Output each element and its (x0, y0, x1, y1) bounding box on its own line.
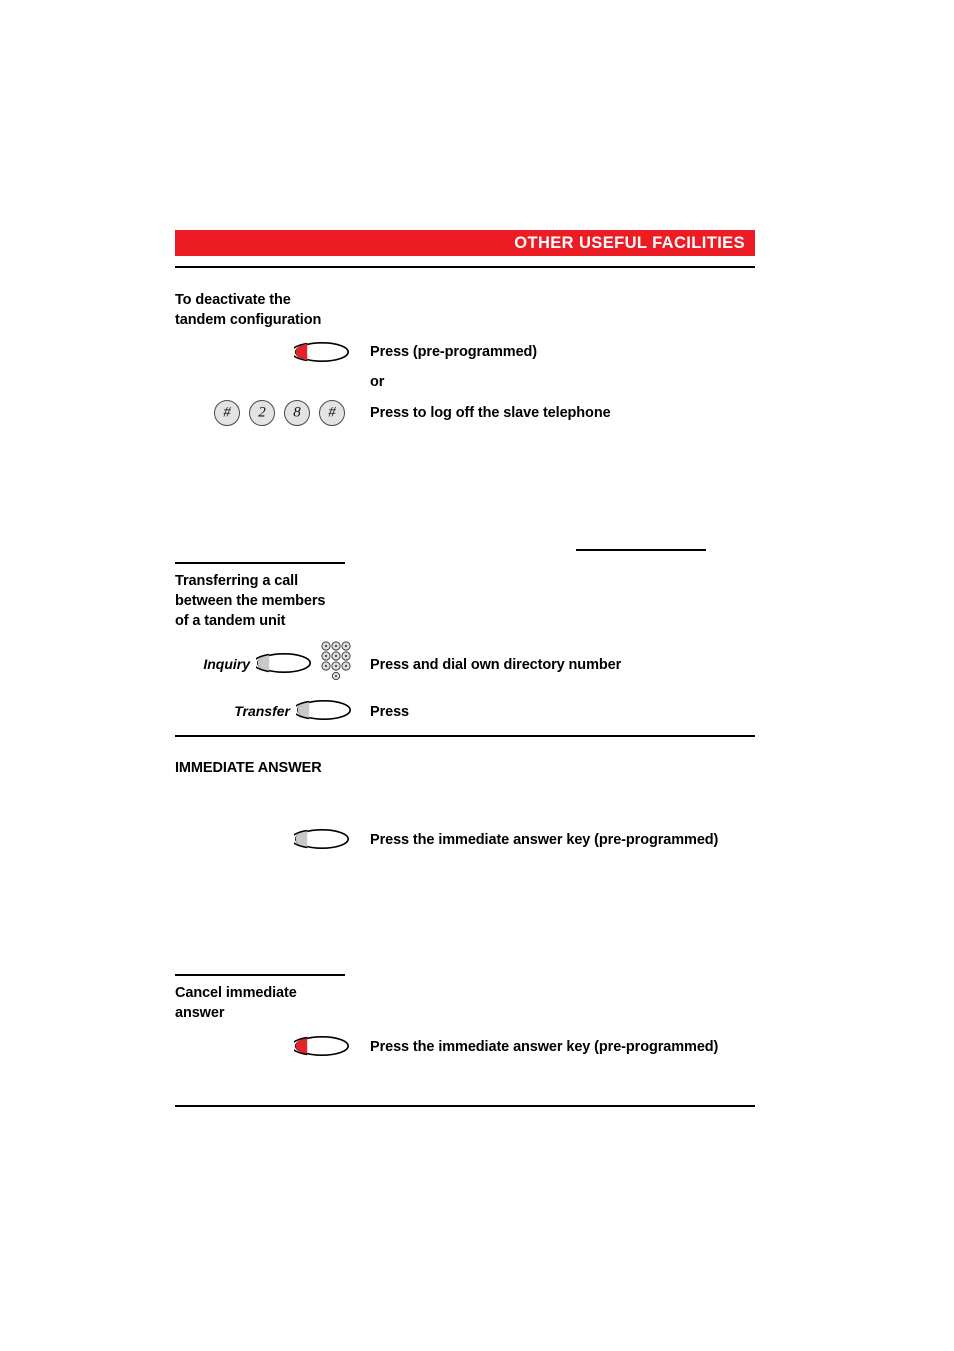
heading-deactivate-tandem: To deactivate the tandem configuration (175, 292, 322, 328)
key-label-transfer: Transfer (234, 703, 290, 719)
keypad-key-hash-1-label: # (223, 404, 231, 420)
divider-above-transferring (175, 562, 345, 564)
section-banner: OTHER USEFUL FACILITIES (175, 230, 755, 256)
function-key-red-cancel-immediate[interactable] (294, 1035, 350, 1057)
instruction-press-immediate-answer-key-cancel: Press the immediate answer key (pre-prog… (370, 1039, 719, 1055)
heading-transferring-call: Transferring a call between the members … (175, 573, 326, 629)
function-key-red-deactivate[interactable] (294, 341, 350, 363)
function-key-inquiry[interactable] (256, 652, 312, 674)
divider-above-immediate-answer (175, 735, 755, 737)
instruction-press-log-off: Press to log off the slave telephone (370, 405, 611, 421)
divider-page-bottom (175, 1105, 755, 1107)
instruction-press-dial-own: Press and dial own directory number (370, 657, 622, 673)
divider-below-banner (175, 266, 755, 268)
keypad-key-2[interactable]: 2 (249, 400, 275, 426)
function-key-immediate-answer[interactable] (294, 828, 350, 850)
instruction-press-preprogrammed: Press (pre-programmed) (370, 344, 538, 360)
heading-immediate-answer: IMMEDIATE ANSWER (175, 760, 322, 776)
divider-above-cancel-immediate (175, 974, 345, 976)
page-title: OTHER USEFUL FACILITIES (514, 233, 745, 252)
keypad-key-hash-2[interactable]: # (319, 400, 345, 426)
keypad-key-2-label: 2 (258, 404, 266, 420)
dialpad-icon (320, 640, 356, 686)
divider-short-right (576, 549, 706, 551)
heading-cancel-immediate-answer: Cancel immediate answer (175, 985, 297, 1021)
key-label-inquiry: Inquiry (203, 656, 250, 672)
keypad-key-8[interactable]: 8 (284, 400, 310, 426)
keypad-key-8-label: 8 (293, 404, 301, 420)
instruction-or: or (370, 374, 385, 390)
keypad-key-hash-1[interactable]: # (214, 400, 240, 426)
document-page: OTHER USEFUL FACILITIES To deactivate th… (0, 0, 954, 1351)
keypad-key-hash-2-label: # (328, 404, 336, 420)
instruction-press-immediate-answer-key: Press the immediate answer key (pre-prog… (370, 832, 719, 848)
function-key-transfer[interactable] (296, 699, 352, 721)
instruction-press-transfer: Press (370, 704, 410, 720)
